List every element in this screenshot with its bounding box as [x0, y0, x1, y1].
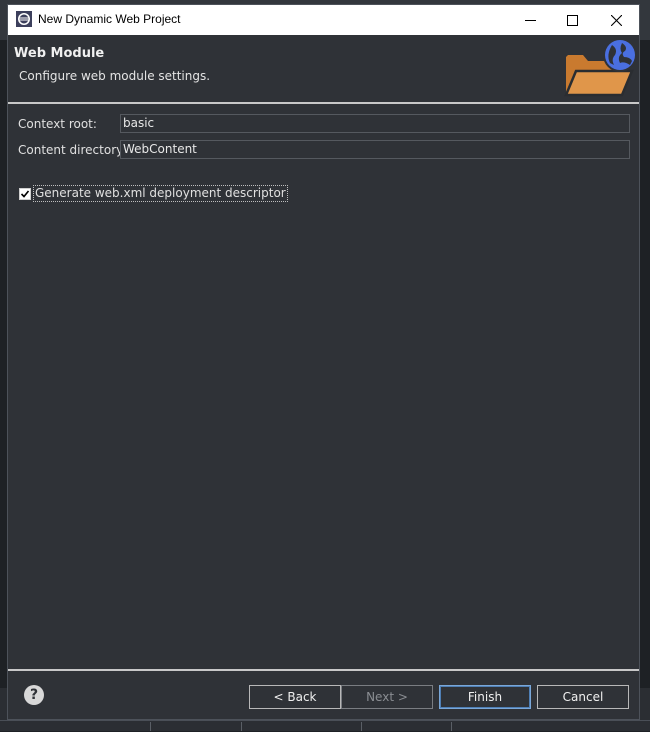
- new-dynamic-web-project-dialog: New Dynamic Web Project Web Module Confi…: [7, 4, 640, 720]
- generate-web-xml-checkbox[interactable]: [19, 188, 31, 200]
- eclipse-app-icon: [16, 11, 32, 27]
- ide-background-tabbar: [0, 720, 650, 732]
- ide-tab-divider: [361, 722, 362, 731]
- help-icon: ?: [29, 687, 39, 703]
- next-button[interactable]: Next >: [341, 685, 433, 709]
- page-description: Configure web module settings.: [19, 69, 211, 83]
- window-title-bar[interactable]: New Dynamic Web Project: [8, 5, 639, 35]
- ide-tab-divider: [150, 722, 151, 731]
- wizard-header: Web Module Configure web module settings…: [8, 35, 639, 102]
- checkmark-icon: [20, 190, 30, 198]
- ide-tab-divider: [451, 722, 452, 731]
- generate-web-xml-label[interactable]: Generate web.xml deployment descriptor: [33, 185, 288, 202]
- web-project-folder-globe-icon: [564, 38, 637, 97]
- maximize-button[interactable]: [549, 5, 595, 35]
- content-directory-label: Content directory:: [18, 143, 127, 157]
- maximize-icon: [566, 14, 578, 26]
- close-button[interactable]: [593, 5, 639, 35]
- content-directory-input[interactable]: WebContent: [120, 140, 630, 159]
- context-root-label: Context root:: [18, 117, 97, 131]
- minimize-icon: [524, 19, 536, 21]
- help-button[interactable]: ?: [24, 685, 44, 705]
- minimize-button[interactable]: [507, 5, 553, 35]
- close-icon: [610, 14, 622, 26]
- cancel-button[interactable]: Cancel: [537, 685, 629, 709]
- back-button[interactable]: < Back: [249, 685, 341, 709]
- page-title: Web Module: [14, 46, 105, 61]
- footer-separator: [8, 669, 639, 671]
- context-root-input[interactable]: basic: [120, 114, 630, 133]
- window-title: New Dynamic Web Project: [38, 12, 181, 26]
- header-separator: [8, 102, 639, 104]
- ide-tab-divider: [241, 722, 242, 731]
- finish-button[interactable]: Finish: [439, 685, 531, 709]
